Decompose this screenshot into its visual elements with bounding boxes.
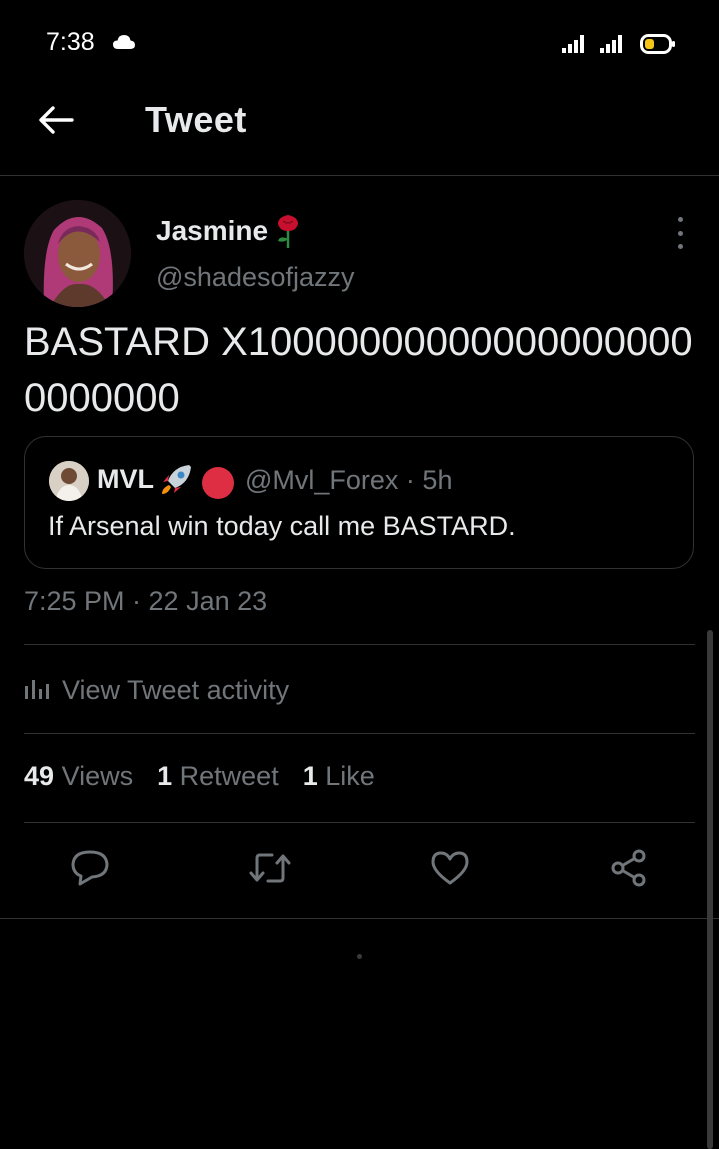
author-name[interactable]: Jasmine <box>156 215 268 247</box>
signal-icon <box>562 32 590 59</box>
arrow-left-icon <box>38 105 74 140</box>
red-circle-icon <box>202 467 234 499</box>
quote-avatar <box>49 461 89 501</box>
view-tweet-activity-link[interactable]: View Tweet activity <box>24 673 289 707</box>
share-icon <box>609 848 649 893</box>
cloud-icon <box>113 34 135 55</box>
reply-button[interactable] <box>62 842 118 898</box>
page-title: Tweet <box>145 99 247 140</box>
header-divider <box>0 175 719 176</box>
divider <box>24 822 695 823</box>
quote-author-name: MVL <box>97 464 154 494</box>
share-button[interactable] <box>601 842 657 898</box>
more-options-icon[interactable] <box>666 217 694 249</box>
back-button[interactable] <box>30 100 82 144</box>
rose-icon <box>274 213 302 254</box>
likes-stat[interactable]: 1 Like <box>303 761 375 792</box>
divider <box>24 644 695 645</box>
reply-icon <box>70 849 110 892</box>
analytics-icon <box>24 676 50 705</box>
divider <box>24 733 695 734</box>
rocket-icon <box>159 461 195 502</box>
tweet-text: BASTARD X100000000000000000000000000 <box>24 320 693 420</box>
loading-indicator <box>357 954 362 959</box>
retweet-button[interactable] <box>242 842 298 898</box>
battery-icon <box>640 34 676 59</box>
tweet-timestamp: 7:25 PM · 22 Jan 23 <box>24 586 268 616</box>
quote-handle-time: @Mvl_Forex · 5h <box>245 465 453 495</box>
divider <box>0 918 719 919</box>
author-handle[interactable]: @shadesofjazzy <box>156 262 355 293</box>
signal-icon <box>600 32 628 59</box>
activity-label: View Tweet activity <box>62 674 290 705</box>
quote-text: If Arsenal win today call me BASTARD. <box>48 511 516 541</box>
retweets-stat[interactable]: 1 Retweet <box>157 761 279 792</box>
avatar[interactable] <box>24 200 131 307</box>
scrollbar[interactable] <box>707 630 713 1149</box>
like-icon <box>430 850 470 891</box>
tweet-stats: 49 Views 1 Retweet 1 Like <box>24 761 399 792</box>
quoted-tweet[interactable]: MVL @Mvl_Forex · 5h If Arsenal win today… <box>24 436 694 569</box>
retweet-icon <box>248 849 292 892</box>
views-stat[interactable]: 49 Views <box>24 761 133 792</box>
status-time: 7:38 <box>46 28 95 56</box>
like-button[interactable] <box>422 842 478 898</box>
